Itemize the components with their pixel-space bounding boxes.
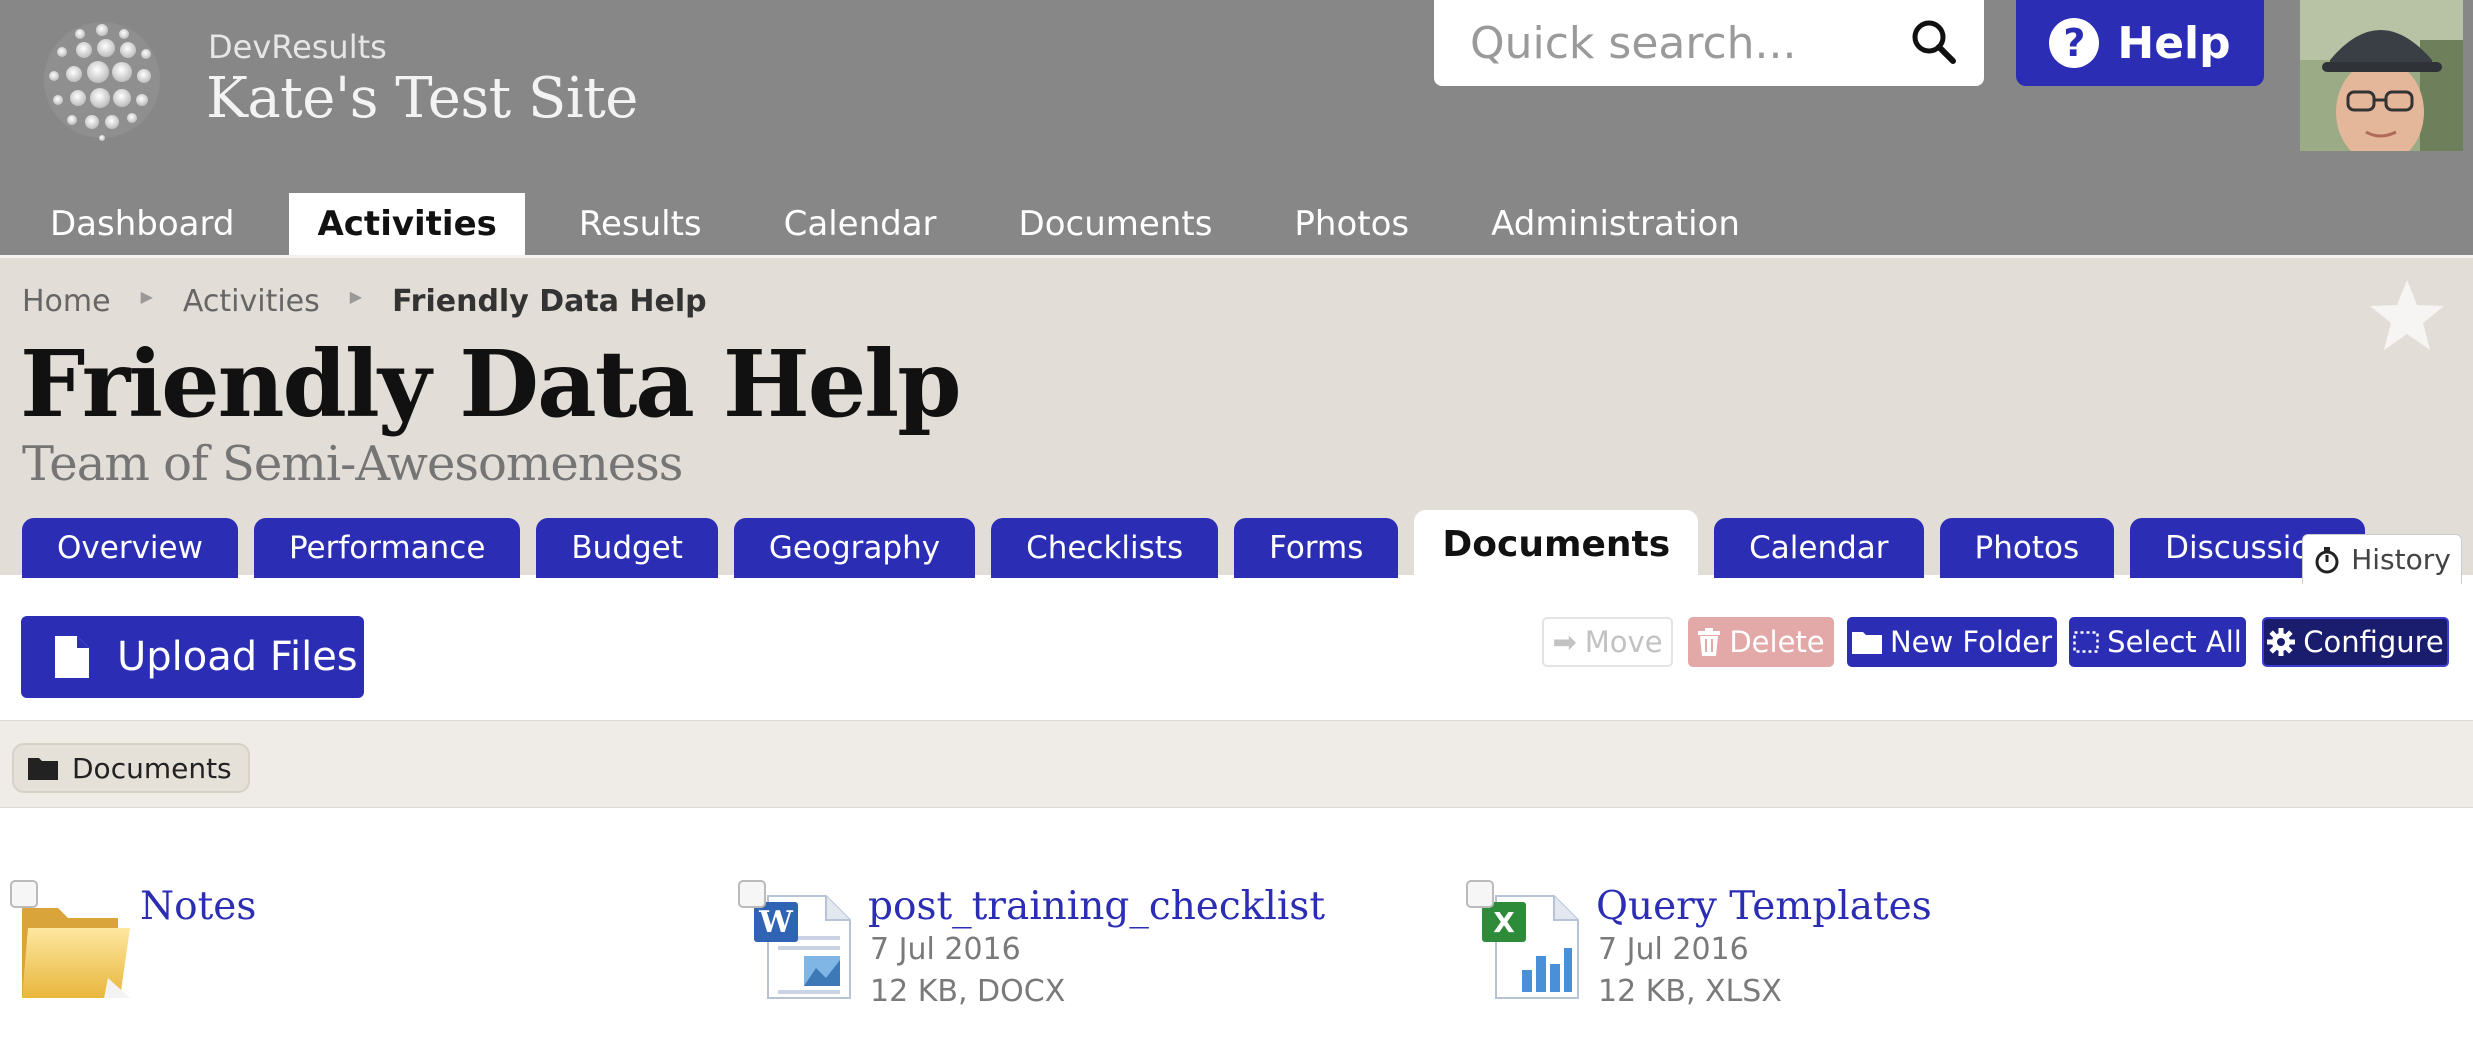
select-all-button[interactable]: Select All	[2069, 617, 2246, 667]
select-all-label: Select All	[2107, 625, 2242, 659]
file-checkbox[interactable]	[10, 880, 38, 908]
breadcrumb: Home ▶ Activities ▶ Friendly Data Help	[22, 284, 707, 319]
file-name[interactable]: Notes	[140, 884, 256, 929]
tab-performance[interactable]: Performance	[253, 518, 521, 578]
main-nav-photos[interactable]: Photos	[1267, 193, 1436, 255]
delete-button[interactable]: Delete	[1688, 617, 1834, 667]
tab-documents[interactable]: Documents	[1414, 510, 1699, 578]
main-nav-results[interactable]: Results	[552, 193, 729, 255]
delete-label: Delete	[1729, 625, 1825, 659]
folder-path-root[interactable]: Documents	[12, 743, 250, 793]
selection-box-icon	[2073, 631, 2099, 653]
main-nav: Dashboard Activities Results Calendar Do…	[0, 193, 1768, 255]
tab-calendar[interactable]: Calendar	[1714, 518, 1924, 578]
help-button[interactable]: ? Help	[2016, 0, 2264, 86]
new-folder-label: New Folder	[1889, 625, 2053, 659]
file-date: 7 Jul 2016	[1598, 932, 1749, 967]
file-icon	[55, 636, 89, 678]
favorite-star-icon[interactable]	[2368, 276, 2446, 354]
quick-search	[1434, 0, 1984, 86]
file-checkbox[interactable]	[738, 880, 766, 908]
site-title[interactable]: Kate's Test Site	[206, 66, 638, 131]
stopwatch-icon	[2315, 546, 2339, 573]
folder-path-label: Documents	[72, 751, 232, 785]
configure-button[interactable]: Configure	[2262, 617, 2449, 667]
arrow-right-icon: ➡	[1552, 625, 1577, 659]
file-size-type: 12 KB, XLSX	[1598, 974, 1782, 1009]
search-input[interactable]	[1434, 0, 1904, 86]
tab-photos[interactable]: Photos	[1939, 518, 2115, 578]
page-subtitle: Team of Semi-Awesomeness	[22, 436, 683, 492]
breadcrumb-separator-icon: ▶	[349, 287, 363, 306]
upload-files-label: Upload Files	[117, 634, 358, 680]
new-folder-button[interactable]: New Folder	[1847, 617, 2057, 667]
folder-icon	[28, 758, 58, 780]
breadcrumb-activities[interactable]: Activities	[183, 284, 320, 319]
tab-geography[interactable]: Geography	[733, 518, 976, 578]
org-name: DevResults	[208, 28, 387, 66]
tab-forms[interactable]: Forms	[1234, 518, 1399, 578]
devresults-logo-icon[interactable]	[40, 18, 165, 143]
user-avatar[interactable]	[2300, 0, 2463, 151]
svg-text:W: W	[758, 905, 794, 940]
svg-text:X: X	[1493, 906, 1515, 939]
activity-tabs: Overview Performance Budget Geography Ch…	[22, 510, 2381, 578]
file-name[interactable]: post_training_checklist	[868, 884, 1325, 929]
breadcrumb-current: Friendly Data Help	[392, 284, 707, 319]
configure-label: Configure	[2303, 625, 2444, 659]
history-button[interactable]: History	[2302, 534, 2462, 584]
main-nav-activities[interactable]: Activities	[289, 193, 525, 255]
page-heading-area: Home ▶ Activities ▶ Friendly Data Help F…	[0, 255, 2473, 584]
breadcrumb-home[interactable]: Home	[22, 284, 111, 319]
upload-files-button[interactable]: Upload Files	[21, 616, 364, 698]
site-header: DevResults Kate's Test Site ? Help Dashb…	[0, 0, 2473, 255]
tab-overview[interactable]: Overview	[22, 518, 238, 578]
main-nav-administration[interactable]: Administration	[1464, 193, 1767, 255]
main-nav-dashboard[interactable]: Dashboard	[0, 193, 261, 255]
main-nav-calendar[interactable]: Calendar	[757, 193, 964, 255]
gear-icon	[2267, 628, 2296, 656]
file-size-type: 12 KB, DOCX	[870, 974, 1066, 1009]
folder-icon	[1851, 632, 1882, 654]
file-name[interactable]: Query Templates	[1596, 884, 1932, 929]
history-label: History	[2351, 543, 2451, 576]
file-checkbox[interactable]	[1466, 880, 1494, 908]
file-date: 7 Jul 2016	[870, 932, 1021, 967]
move-button[interactable]: ➡ Move	[1542, 617, 1673, 667]
search-icon[interactable]	[1906, 14, 1962, 70]
breadcrumb-separator-icon: ▶	[140, 287, 153, 306]
tab-checklists[interactable]: Checklists	[991, 518, 1219, 578]
trash-icon	[1698, 628, 1721, 656]
help-label: Help	[2117, 17, 2231, 69]
page-title: Friendly Data Help	[20, 330, 962, 438]
question-mark-icon: ?	[2049, 18, 2100, 68]
tab-budget[interactable]: Budget	[536, 518, 718, 578]
move-label: Move	[1584, 625, 1663, 659]
main-nav-documents[interactable]: Documents	[992, 193, 1240, 255]
folder-path-bar: Documents	[0, 720, 2473, 808]
